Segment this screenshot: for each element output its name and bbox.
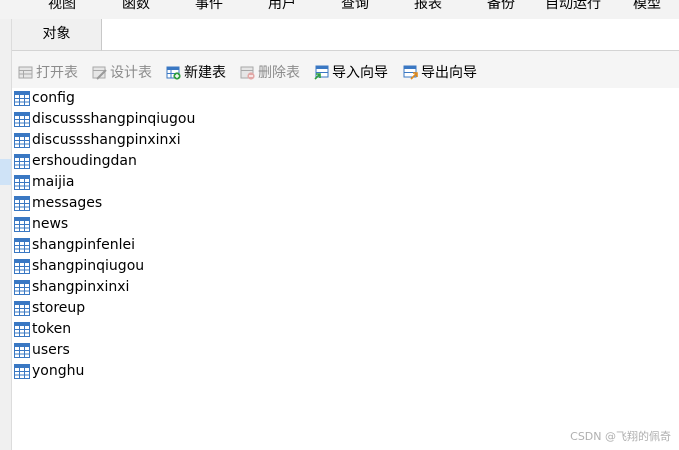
table-name: token — [32, 321, 72, 337]
table-row[interactable]: shangpinqiugou — [14, 256, 144, 276]
menu-bar: 视图 函数 事件 用户 查询 报表 备份 自动运行 模型 — [0, 0, 679, 19]
table-row[interactable]: discussshangpinqiugou — [14, 109, 195, 129]
table-name: shangpinxinxi — [32, 279, 130, 295]
open-table-button[interactable]: 打开表 — [18, 63, 78, 81]
table-icon — [14, 195, 30, 211]
table-name: shangpinqiugou — [32, 258, 145, 274]
table-row[interactable]: yonghu — [14, 361, 84, 381]
new-table-icon — [166, 66, 181, 80]
menu-queries[interactable]: 查询 — [341, 0, 369, 14]
export-wizard-label: 导出向导 — [421, 65, 477, 81]
design-table-icon — [92, 66, 107, 80]
menu-users[interactable]: 用户 — [268, 0, 296, 14]
delete-table-button[interactable]: 删除表 — [240, 63, 300, 81]
table-row[interactable]: news — [14, 214, 68, 234]
table-row[interactable]: token — [14, 319, 71, 339]
table-icon — [14, 258, 30, 274]
import-wizard-button[interactable]: 导入向导 — [314, 63, 388, 81]
open-table-label: 打开表 — [36, 65, 78, 81]
table-row[interactable]: shangpinfenlei — [14, 235, 135, 255]
table-icon — [14, 111, 30, 127]
table-row[interactable]: users — [14, 340, 70, 360]
design-table-label: 设计表 — [110, 65, 152, 81]
navigation-selection-mark — [0, 159, 11, 185]
export-wizard-button[interactable]: 导出向导 — [403, 63, 477, 81]
table-name: maijia — [32, 174, 75, 190]
menu-model[interactable]: 模型 — [633, 0, 661, 14]
import-wizard-icon — [314, 65, 329, 80]
new-table-label: 新建表 — [184, 65, 226, 81]
table-row[interactable]: storeup — [14, 298, 85, 318]
table-name: ershoudingdan — [32, 153, 137, 169]
delete-table-icon — [240, 66, 255, 80]
table-icon — [14, 321, 30, 337]
table-list: config discussshangpinqiugou discussshangp… — [12, 88, 679, 450]
table-icon — [14, 90, 30, 106]
menu-reports[interactable]: 报表 — [414, 0, 442, 14]
table-row[interactable]: discussshangpinxinxi — [14, 130, 181, 150]
tab-objects[interactable]: 对象 — [12, 19, 102, 51]
open-table-icon — [18, 66, 33, 78]
menu-view[interactable]: 视图 — [48, 0, 76, 14]
table-name: news — [32, 216, 69, 232]
table-icon — [14, 132, 30, 148]
table-name: yonghu — [32, 363, 85, 379]
table-row[interactable]: ershoudingdan — [14, 151, 137, 171]
table-icon — [14, 279, 30, 295]
object-toolbar: 打开表 设计表 新建表 删除表 导入向导 导出向导 — [12, 51, 679, 88]
table-icon — [14, 237, 30, 253]
import-wizard-label: 导入向导 — [332, 65, 388, 81]
table-icon — [14, 342, 30, 358]
table-name: messages — [32, 195, 103, 211]
table-icon — [14, 174, 30, 190]
table-name: discussshangpinxinxi — [32, 132, 181, 148]
new-table-button[interactable]: 新建表 — [166, 63, 226, 81]
table-name: shangpinfenlei — [32, 237, 135, 253]
tab-bar: 对象 — [12, 19, 679, 51]
menu-automation[interactable]: 自动运行 — [545, 0, 601, 14]
table-row[interactable]: messages — [14, 193, 102, 213]
table-icon — [14, 216, 30, 232]
table-row[interactable]: config — [14, 88, 75, 108]
table-name: users — [32, 342, 70, 358]
export-wizard-icon — [403, 65, 418, 80]
table-row[interactable]: maijia — [14, 172, 74, 192]
design-table-button[interactable]: 设计表 — [92, 63, 152, 81]
menu-functions[interactable]: 函数 — [122, 0, 150, 14]
watermark: CSDN @飞翔的佩奇 — [570, 430, 671, 443]
table-name: discussshangpinqiugou — [32, 111, 196, 127]
table-icon — [14, 363, 30, 379]
table-name: storeup — [32, 300, 86, 316]
table-row[interactable]: shangpinxinxi — [14, 277, 129, 297]
delete-table-label: 删除表 — [258, 65, 300, 81]
table-name: config — [32, 90, 75, 106]
menu-backup[interactable]: 备份 — [487, 0, 515, 14]
table-icon — [14, 300, 30, 316]
table-icon — [14, 153, 30, 169]
menu-events[interactable]: 事件 — [195, 0, 223, 14]
navigation-pane-edge — [0, 19, 12, 450]
